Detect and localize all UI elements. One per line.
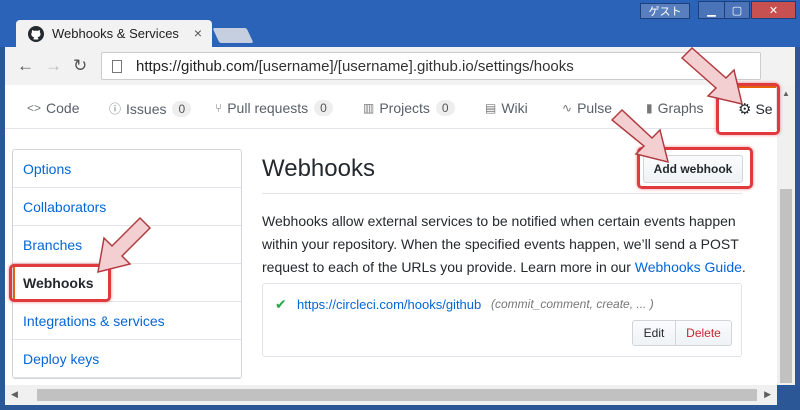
back-arrow-icon[interactable]: ← (17, 56, 34, 76)
tab-projects[interactable]: ▥ Projects 0 (363, 100, 455, 116)
sidebar-item-deploy-keys[interactable]: Deploy keys (13, 340, 241, 378)
new-tab-button[interactable] (212, 28, 254, 43)
vertical-scroll-thumb[interactable] (780, 189, 792, 383)
forward-arrow-icon[interactable]: → (45, 56, 62, 76)
reload-icon[interactable]: ↻ (73, 56, 87, 76)
github-icon (28, 25, 44, 42)
projects-counter: 0 (435, 100, 455, 116)
title-divider (262, 193, 742, 194)
pulse-icon: ∿ (562, 101, 573, 115)
tab-title: Webhooks & Services (52, 26, 179, 41)
scroll-right-arrow-icon[interactable]: ▶ (764, 389, 771, 400)
maximize-button[interactable]: ▢ (724, 1, 750, 19)
webhook-events: (commit_comment, create, ... ) (491, 297, 654, 311)
issue-icon: ⓘ (109, 102, 122, 116)
sidebar-item-integrations[interactable]: Integrations & services (13, 302, 241, 340)
webhooks-guide-link[interactable]: Webhooks Guide (635, 259, 742, 275)
page-title: Webhooks (262, 155, 375, 182)
edit-button[interactable]: Edit (632, 320, 676, 346)
url-text: https://github.com/[username]/[username]… (136, 57, 574, 75)
tab-pull-requests[interactable]: ⑂ Pull requests 0 (215, 100, 333, 116)
tab-wiki[interactable]: ▤ Wiki (485, 100, 528, 116)
webhook-list-item: ✔ https://circleci.com/hooks/github (com… (262, 283, 742, 357)
tab-issues[interactable]: ⓘ Issues 0 (109, 100, 192, 117)
pull-request-icon: ⑂ (215, 101, 223, 115)
book-icon: ▤ (485, 101, 497, 115)
tab-code[interactable]: <> Code (27, 100, 79, 116)
sidebar-item-options[interactable]: Options (13, 150, 241, 188)
horizontal-scrollbar[interactable]: ◀ ▶ (5, 385, 777, 405)
scroll-left-arrow-icon[interactable]: ◀ (11, 389, 18, 400)
page-icon (112, 59, 122, 73)
webhook-url-link[interactable]: https://circleci.com/hooks/github (297, 297, 481, 312)
arrow-to-settings-icon (680, 46, 744, 106)
arrow-to-webhooks-icon (97, 216, 152, 274)
issues-counter: 0 (172, 100, 192, 117)
browser-toolbar: ← → ↻ https://github.com/[username]/[use… (5, 47, 795, 85)
webhooks-description: Webhooks allow external services to be n… (262, 213, 746, 275)
close-window-button[interactable]: ✕ (751, 1, 796, 19)
project-icon: ▥ (363, 101, 375, 115)
code-icon: <> (27, 101, 42, 115)
delete-button[interactable]: Delete (676, 320, 732, 346)
address-bar[interactable]: https://github.com/[username]/[username]… (101, 52, 761, 80)
browser-tab[interactable]: Webhooks & Services × (16, 20, 212, 47)
scroll-up-arrow-icon[interactable]: ▲ (782, 89, 790, 98)
minimize-button[interactable]: ▁ (698, 1, 725, 19)
arrow-to-add-webhook-icon (610, 108, 670, 164)
pulls-counter: 0 (314, 100, 333, 116)
tab-close-icon[interactable]: × (194, 25, 202, 41)
tab-pulse[interactable]: ∿ Pulse (562, 100, 612, 116)
horizontal-scroll-thumb[interactable] (37, 389, 757, 401)
webhook-actions: Edit Delete (632, 320, 732, 346)
guest-profile-badge[interactable]: ゲスト (640, 3, 690, 19)
check-icon: ✔ (275, 296, 287, 312)
